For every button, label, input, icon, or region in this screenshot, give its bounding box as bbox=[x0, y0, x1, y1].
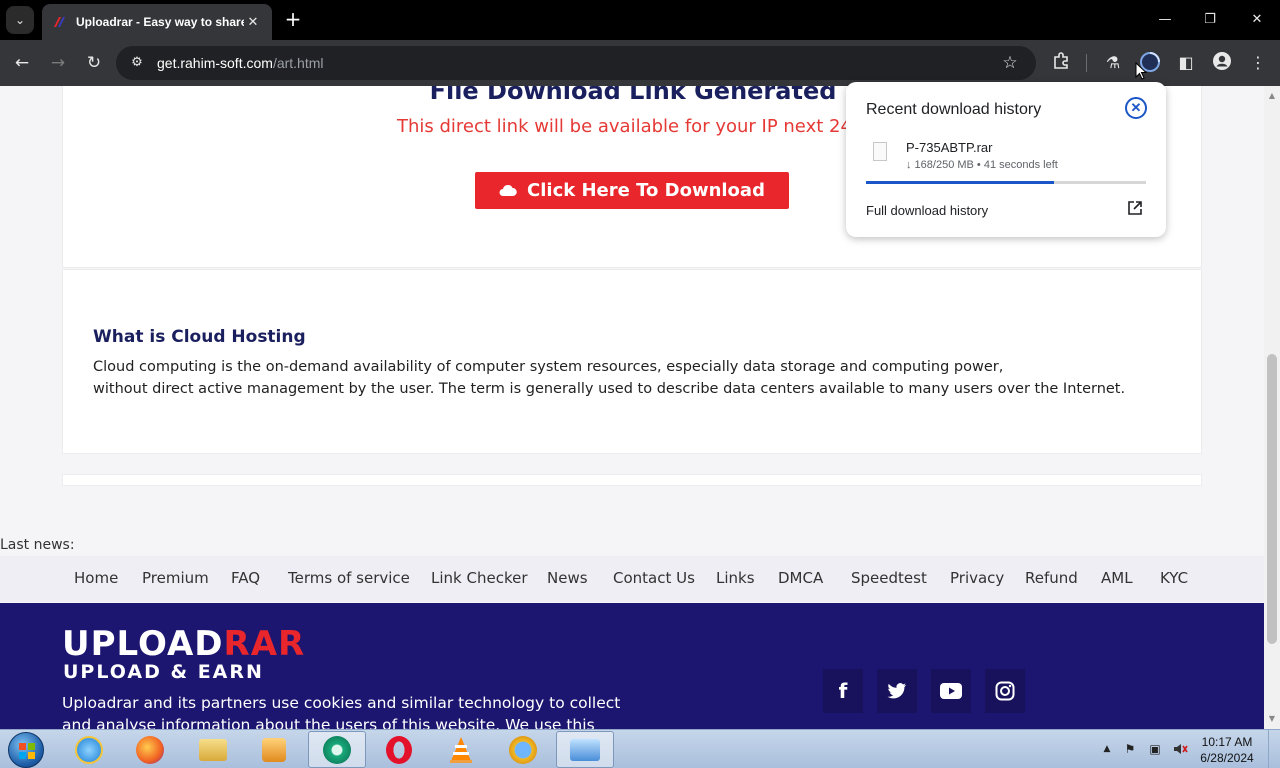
popup-title: Recent download history bbox=[866, 101, 1042, 118]
download-file-status: ↓ 168/250 MB • 41 seconds left bbox=[906, 159, 1058, 171]
footer-link-privacy[interactable]: Privacy bbox=[950, 569, 1004, 587]
windows-logo-icon bbox=[19, 743, 35, 759]
browser-tab-bar: ⌄ Uploadrar - Easy way to share ✕ + — ❐ … bbox=[0, 0, 1280, 40]
page-scrollbar[interactable]: ▲ ▼ bbox=[1264, 86, 1280, 729]
media-player-icon[interactable] bbox=[245, 731, 303, 768]
volume-muted-icon[interactable] bbox=[1172, 741, 1188, 757]
footer-link-refund[interactable]: Refund bbox=[1025, 569, 1078, 587]
footer-link-speedtest[interactable]: Speedtest bbox=[851, 569, 927, 587]
download-file-name[interactable]: P-735ABTP.rar bbox=[906, 140, 992, 155]
extensions-puzzle-icon[interactable] bbox=[1049, 51, 1073, 75]
browser-tab[interactable]: Uploadrar - Easy way to share ✕ bbox=[42, 4, 272, 40]
action-center-flag-icon[interactable]: ⚑ bbox=[1122, 741, 1138, 757]
info-paragraph: Cloud computing is the on-demand availab… bbox=[93, 356, 1143, 400]
footer-link-dmca[interactable]: DMCA bbox=[778, 569, 823, 587]
file-explorer-icon[interactable] bbox=[184, 731, 242, 768]
logo-tagline: UPLOAD & EARN bbox=[63, 661, 264, 683]
network-icon[interactable]: ▣ bbox=[1147, 741, 1163, 757]
address-bar[interactable]: ⚙ get.rahim-soft.com/art.html ☆ bbox=[116, 46, 1036, 80]
forward-arrow-icon[interactable]: → bbox=[46, 51, 70, 75]
browser-toolbar: ← → ↻ ⚙ get.rahim-soft.com/art.html ☆ ⚗ … bbox=[0, 40, 1280, 86]
footer-link-news[interactable]: News bbox=[547, 569, 588, 587]
uploadrar-logo[interactable]: UPLOADRAR bbox=[62, 624, 305, 664]
footer-link-terms[interactable]: Terms of service bbox=[288, 569, 410, 587]
info-line-2: without direct active management by the … bbox=[93, 381, 1126, 397]
instagram-icon[interactable] bbox=[985, 669, 1025, 713]
news-card bbox=[62, 474, 1202, 486]
url-path: /art.html bbox=[272, 55, 324, 71]
url-host: get.rahim-soft.com bbox=[157, 55, 273, 71]
logo-rar-text: RAR bbox=[223, 624, 306, 664]
open-external-icon[interactable] bbox=[1126, 200, 1144, 218]
download-history-popup: Recent download history ✕ P-735ABTP.rar … bbox=[846, 82, 1166, 237]
url-text[interactable]: get.rahim-soft.com/art.html bbox=[157, 55, 324, 71]
system-clock[interactable]: 10:17 AM 6/28/2024 bbox=[1196, 734, 1258, 766]
settings-globe-icon[interactable] bbox=[494, 731, 552, 768]
footer-link-home[interactable]: Home bbox=[74, 569, 118, 587]
download-button-label: Click Here To Download bbox=[527, 180, 765, 201]
footer-link-premium[interactable]: Premium bbox=[142, 569, 209, 587]
footer-link-links[interactable]: Links bbox=[716, 569, 755, 587]
windows-taskbar: ▲ ⚑ ▣ 10:17 AM 6/28/2024 bbox=[0, 729, 1280, 768]
mouse-cursor-icon bbox=[1135, 62, 1147, 80]
footer-link-faq[interactable]: FAQ bbox=[231, 569, 260, 587]
browser-menu-icon[interactable]: ⋮ bbox=[1246, 51, 1270, 75]
download-progress-bar bbox=[866, 181, 1146, 184]
tab-title: Uploadrar - Easy way to share bbox=[76, 15, 244, 29]
footer-link-link-checker[interactable]: Link Checker bbox=[431, 569, 528, 587]
download-button[interactable]: Click Here To Download bbox=[475, 172, 789, 209]
clock-time: 10:17 AM bbox=[1201, 735, 1253, 749]
close-circle-icon[interactable]: ✕ bbox=[1125, 97, 1147, 119]
bookmark-star-icon[interactable]: ☆ bbox=[1000, 53, 1020, 73]
tab-search-button[interactable]: ⌄ bbox=[6, 6, 34, 34]
tray-expand-icon[interactable]: ▲ bbox=[1099, 741, 1115, 757]
cloud-icon bbox=[499, 184, 517, 196]
toolbar-separator bbox=[1086, 54, 1087, 72]
logo-upload-text: UPLOAD bbox=[62, 624, 224, 664]
firefox-icon[interactable] bbox=[121, 731, 179, 768]
scroll-up-arrow-icon[interactable]: ▲ bbox=[1264, 88, 1280, 104]
minimize-icon[interactable]: — bbox=[1151, 8, 1179, 32]
start-button[interactable] bbox=[8, 732, 44, 768]
footer-link-aml[interactable]: AML bbox=[1101, 569, 1133, 587]
internet-explorer-icon[interactable] bbox=[60, 731, 118, 768]
twitter-icon[interactable] bbox=[877, 669, 917, 713]
scroll-down-arrow-icon[interactable]: ▼ bbox=[1264, 711, 1280, 727]
footer-navigation: Home Premium FAQ Terms of service Link C… bbox=[0, 556, 1264, 602]
show-desktop-button[interactable] bbox=[1268, 730, 1280, 768]
labs-flask-icon[interactable]: ⚗ bbox=[1101, 51, 1125, 75]
footer-link-kyc[interactable]: KYC bbox=[1160, 569, 1188, 587]
control-panel-icon[interactable] bbox=[556, 731, 614, 768]
cookie-notice-text: Uploadrar and its partners use cookies a… bbox=[62, 694, 621, 729]
profile-avatar-icon[interactable] bbox=[1210, 51, 1234, 75]
download-progress-fill bbox=[866, 181, 1055, 184]
side-panel-icon[interactable]: ◧ bbox=[1174, 51, 1198, 75]
chrome-taskbar-icon[interactable] bbox=[308, 731, 366, 768]
file-icon bbox=[873, 142, 887, 161]
restore-icon[interactable]: ❐ bbox=[1196, 8, 1224, 32]
site-info-icon[interactable]: ⚙ bbox=[128, 54, 146, 72]
vlc-icon[interactable] bbox=[432, 731, 490, 768]
facebook-icon[interactable]: f bbox=[823, 669, 863, 713]
scrollbar-thumb[interactable] bbox=[1267, 354, 1277, 644]
info-line-1: Cloud computing is the on-demand availab… bbox=[93, 359, 1004, 375]
chevron-down-icon: ⌄ bbox=[14, 13, 26, 27]
tab-close-icon[interactable]: ✕ bbox=[244, 15, 262, 30]
youtube-icon[interactable] bbox=[931, 669, 971, 713]
info-card: What is Cloud Hosting Cloud computing is… bbox=[62, 269, 1202, 454]
site-footer: UPLOADRAR UPLOAD & EARN Uploadrar and it… bbox=[0, 603, 1264, 729]
uploadrar-favicon-icon bbox=[54, 17, 65, 27]
back-arrow-icon[interactable]: ← bbox=[10, 51, 34, 75]
full-download-history-link[interactable]: Full download history bbox=[866, 203, 988, 218]
footer-link-contact[interactable]: Contact Us bbox=[613, 569, 695, 587]
info-heading: What is Cloud Hosting bbox=[93, 327, 306, 347]
new-tab-button[interactable]: + bbox=[282, 8, 304, 30]
clock-date: 6/28/2024 bbox=[1200, 751, 1254, 765]
opera-icon[interactable] bbox=[370, 731, 428, 768]
last-news-label: Last news: bbox=[0, 537, 75, 553]
window-close-icon[interactable]: ✕ bbox=[1243, 8, 1271, 32]
reload-icon[interactable]: ↻ bbox=[82, 51, 106, 75]
